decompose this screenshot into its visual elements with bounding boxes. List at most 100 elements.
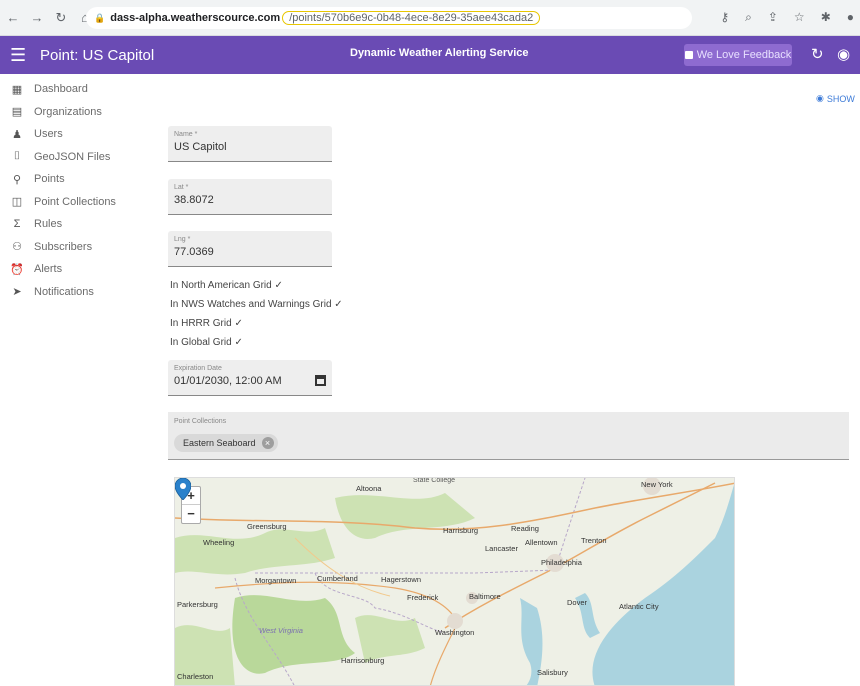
map-marker-icon[interactable] <box>175 478 191 500</box>
name-label: Name * <box>174 131 198 138</box>
expiration-date-field[interactable]: Expiration Date 01/01/2030, 12:00 AM <box>168 360 332 396</box>
map-label: New York <box>641 480 673 489</box>
browser-toolbar: ← → ↻ ⌂ 🔒 dass-alpha.weatherscource.com … <box>0 0 860 36</box>
lock-icon: 🔒 <box>94 12 106 23</box>
sidebar-item-label: Rules <box>34 218 63 231</box>
zoom-icon[interactable]: ⌕ <box>745 10 752 25</box>
lat-label: Lat * <box>174 184 189 191</box>
sidebar-item-subscribers[interactable]: ⚇ Subscribers <box>0 236 160 259</box>
send-icon: ➤ <box>12 286 22 299</box>
collections-label: Point Collections <box>174 418 227 425</box>
refresh-icon[interactable]: ↻ <box>811 45 824 63</box>
point-collections-field[interactable]: Point Collections Eastern Seaboard × <box>168 412 849 460</box>
chip-remove-icon[interactable]: × <box>261 437 274 449</box>
service-name: Dynamic Weather Alerting Service <box>350 47 529 59</box>
map-label: Frederick <box>407 593 439 602</box>
map-view[interactable]: + − Altoona State College Harrisburg Rea… <box>174 477 735 686</box>
sidebar-item-alerts[interactable]: ⏰ Alerts <box>0 258 160 281</box>
sidebar-item-points[interactable]: ⚲ Points <box>0 168 160 191</box>
lat-field[interactable]: Lat * 38.8072 <box>168 179 332 215</box>
sidebar-item-label: GeoJSON Files <box>34 150 111 163</box>
share-icon[interactable]: ⇪ <box>768 10 778 25</box>
sidebar-nav: ▦ Dashboard ▤ Organizations ♟ Users ⌷ GeoJSO… <box>0 78 160 303</box>
show-label: SHOW <box>826 93 855 104</box>
lng-label: Lng * <box>174 236 191 243</box>
map-label: Trenton <box>581 536 607 545</box>
map-label: Philadelphia <box>541 558 582 567</box>
collection-chip[interactable]: Eastern Seaboard × <box>174 434 278 452</box>
account-icon[interactable]: ◉ <box>837 45 850 63</box>
map-label: Salisbury <box>537 668 568 677</box>
file-icon: ⌷ <box>13 150 21 163</box>
map-label: Atlantic City <box>619 602 659 611</box>
name-value: US Capitol <box>174 141 227 153</box>
sidebar-item-point-collections[interactable]: ◫ Point Collections <box>0 191 160 214</box>
map-label: Harrisonburg <box>341 656 385 665</box>
lat-value: 38.8072 <box>174 194 214 206</box>
map-label: Hagerstown <box>381 575 422 584</box>
page-title: Point: US Capitol <box>40 46 155 64</box>
sidebar-item-geojson[interactable]: ⌷ GeoJSON Files <box>0 146 160 169</box>
eye-icon: ◉ <box>816 93 824 103</box>
sidebar-item-label: Users <box>34 128 63 141</box>
sidebar-item-notifications[interactable]: ➤ Notifications <box>0 281 160 304</box>
grid-status-north-american: In North American Grid ✓ <box>170 280 283 291</box>
map-label: Washington <box>435 628 475 637</box>
lng-value: 77.0369 <box>174 246 214 258</box>
map-label: Reading <box>511 524 539 533</box>
name-field[interactable]: Name * US Capitol <box>168 126 332 162</box>
grid-status-hrrr: In HRRR Grid ✓ <box>170 318 243 329</box>
sidebar-item-label: Subscribers <box>34 240 93 253</box>
map-label: Allentown <box>525 538 558 547</box>
map-label: West Virginia <box>259 626 303 635</box>
url-path: /points/570b6e9c-0b48-4ece-8e29-35aee43c… <box>282 11 541 25</box>
sidebar-item-label: Organizations <box>34 105 102 118</box>
sidebar-item-rules[interactable]: Σ Rules <box>0 213 160 236</box>
show-toggle[interactable]: ◉ SHOW <box>816 93 855 104</box>
map-label: Greensburg <box>247 522 287 531</box>
map-label: Cumberland <box>317 574 358 583</box>
map-label: State College <box>413 477 456 484</box>
sidebar-item-label: Dashboard <box>34 83 88 96</box>
map-label: Harrisburg <box>443 526 479 535</box>
grid-status-nws: In NWS Watches and Warnings Grid ✓ <box>170 299 343 310</box>
sidebar-item-label: Notifications <box>34 285 94 298</box>
grid-status-global: In Global Grid ✓ <box>170 337 243 348</box>
back-icon[interactable]: ← <box>6 10 20 26</box>
sidebar-item-organizations[interactable]: ▤ Organizations <box>0 101 160 124</box>
user-icon: ♟ <box>12 128 22 141</box>
expiration-value: 01/01/2030, 12:00 AM <box>174 375 282 387</box>
forward-icon[interactable]: → <box>30 10 44 26</box>
sidebar-item-users[interactable]: ♟ Users <box>0 123 160 146</box>
expiration-label: Expiration Date <box>174 365 222 372</box>
star-icon[interactable]: ☆ <box>794 10 805 25</box>
lng-field[interactable]: Lng * 77.0369 <box>168 231 332 267</box>
feedback-label: We Love Feedback <box>696 49 792 61</box>
chip-label: Eastern Seaboard <box>183 438 256 448</box>
sidebar-item-label: Points <box>34 173 65 186</box>
sigma-icon: Σ <box>13 218 21 231</box>
group-icon: ⚇ <box>12 241 22 254</box>
calendar-icon[interactable] <box>315 375 326 386</box>
app-bar: ☰ Point: US Capitol Dynamic Weather Aler… <box>0 36 860 74</box>
menu-icon[interactable]: ☰ <box>10 45 28 66</box>
alarm-icon: ⏰ <box>10 263 24 276</box>
feedback-icon <box>684 51 693 59</box>
key-icon[interactable]: ⚷ <box>720 10 729 25</box>
reload-icon[interactable]: ↻ <box>54 10 68 26</box>
extensions-icon[interactable]: ✱ <box>821 10 831 25</box>
sidebar-item-dashboard[interactable]: ▦ Dashboard <box>0 78 160 101</box>
dashboard-icon: ▦ <box>11 83 23 96</box>
feedback-button[interactable]: We Love Feedback <box>684 44 792 66</box>
zoom-out-button[interactable]: − <box>182 505 200 523</box>
map-label: Morgantown <box>255 576 297 585</box>
map-label: Altoona <box>356 484 382 493</box>
sidebar-item-label: Point Collections <box>34 195 116 208</box>
profile-icon[interactable]: ● <box>847 10 854 25</box>
map-label: Baltimore <box>469 592 501 601</box>
address-bar[interactable]: 🔒 dass-alpha.weatherscource.com /points/… <box>86 7 692 29</box>
map-label: Dover <box>567 598 588 607</box>
organization-icon: ▤ <box>11 106 23 119</box>
map-label: Charleston <box>177 672 214 681</box>
map-label: Lancaster <box>485 544 518 553</box>
